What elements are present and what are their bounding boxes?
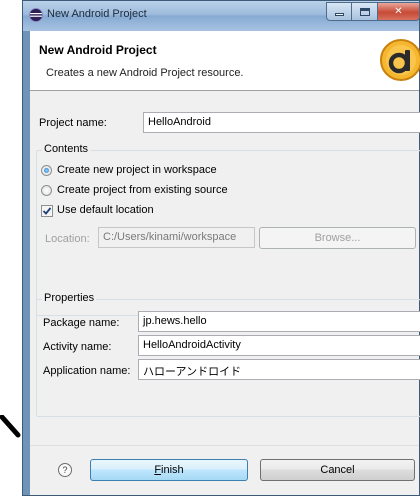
use-default-location-checkbox[interactable] [41, 205, 53, 217]
use-default-location-label[interactable]: Use default location [57, 204, 154, 216]
browse-button[interactable]: Browse... [259, 227, 416, 249]
cancel-button[interactable]: Cancel [260, 459, 415, 481]
android-adt-logo [380, 39, 420, 81]
minimize-icon [334, 13, 344, 16]
maximize-icon [359, 7, 370, 16]
minimize-button[interactable] [326, 2, 352, 21]
window-title: New Android Project [47, 8, 147, 20]
create-new-radio[interactable] [41, 165, 52, 176]
close-button[interactable]: ✕ [378, 2, 420, 21]
checkmark-icon [42, 207, 52, 215]
dialog-window: New Android Project ✕ New Android Projec… [22, 0, 420, 496]
contents-group-title: Contents [42, 143, 91, 155]
location-label: Location: [45, 233, 90, 245]
create-new-label[interactable]: Create new project in workspace [57, 164, 217, 176]
banner-description: Creates a new Android Project resource. [46, 67, 244, 79]
help-icon[interactable]: ? [58, 463, 72, 477]
create-existing-radio[interactable] [41, 185, 52, 196]
window-controls: ✕ [326, 2, 420, 21]
finish-button[interactable]: Finish [90, 459, 248, 481]
close-icon: ✕ [394, 5, 403, 17]
application-name-label: Application name: [43, 365, 131, 377]
finish-label: inish [161, 464, 184, 476]
wizard-banner: New Android Project Creates a new Androi… [30, 31, 420, 91]
properties-group-title: Properties [42, 292, 97, 304]
project-name-input[interactable]: HelloAndroid [143, 112, 420, 133]
project-name-label: Project name: [39, 117, 107, 129]
banner-title: New Android Project [39, 43, 157, 57]
package-name-input[interactable]: jp.hews.hello [138, 311, 420, 332]
activity-name-input[interactable]: HelloAndroidActivity [138, 335, 420, 356]
package-name-label: Package name: [43, 317, 120, 329]
create-existing-label[interactable]: Create project from existing source [57, 184, 228, 196]
application-name-input[interactable]: ハローアンドロイド [138, 359, 420, 380]
activity-name-label: Activity name: [43, 341, 112, 353]
arrow-stroke-mark [0, 415, 21, 438]
maximize-button[interactable] [352, 2, 378, 21]
eclipse-icon [29, 8, 43, 22]
title-bar[interactable]: New Android Project ✕ [23, 1, 420, 31]
finish-mnemonic: F [154, 464, 162, 476]
dialog-content: New Android Project Creates a new Androi… [30, 31, 420, 495]
footer-separator [30, 445, 419, 446]
location-input[interactable]: C:/Users/kinami/workspace [98, 227, 255, 248]
